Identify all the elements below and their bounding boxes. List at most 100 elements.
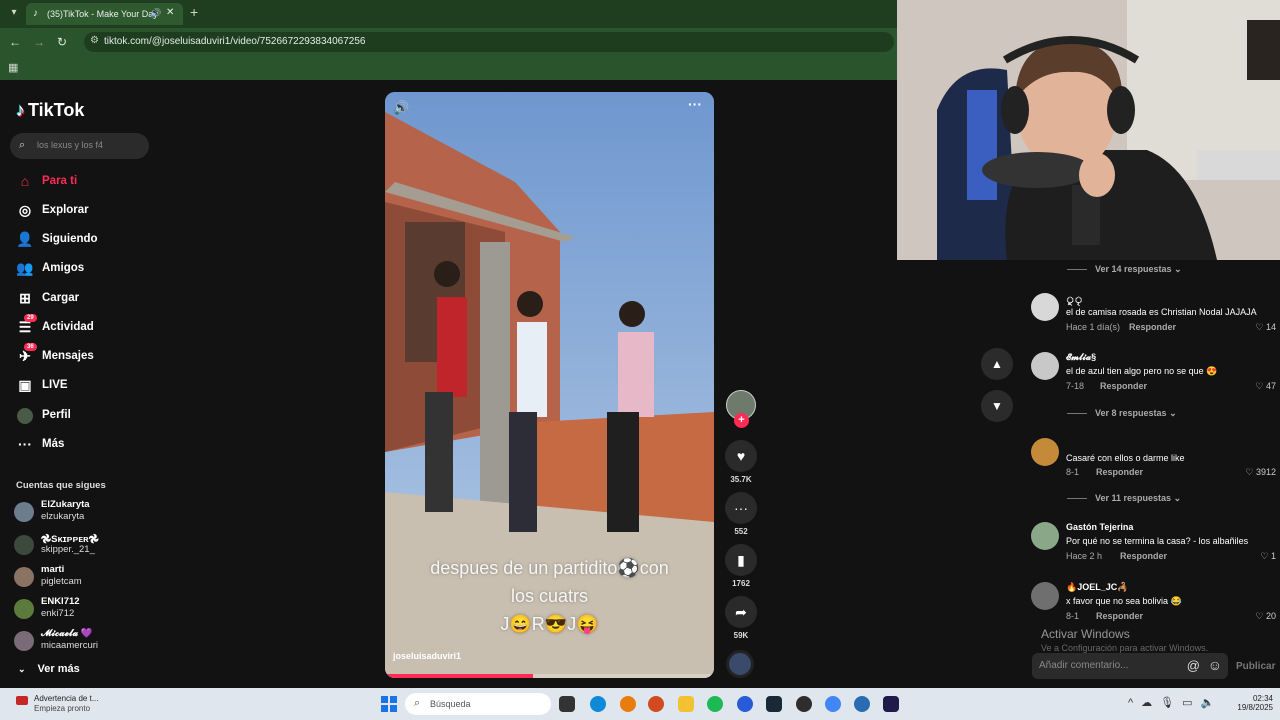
reply-button[interactable]: Responder bbox=[1096, 611, 1143, 621]
video-caption: despues de un partidito⚽con los cuatrs J… bbox=[430, 558, 669, 634]
spotify-icon[interactable] bbox=[707, 696, 723, 712]
following-account[interactable]: ElZukaryta elzukaryta bbox=[14, 498, 154, 526]
video-player[interactable]: 🔊 ··· despues de un partidito⚽con los cu… bbox=[385, 92, 714, 678]
sidebar-item-para-ti[interactable]: ⌂ Para ti bbox=[16, 173, 146, 195]
chevron-down-icon: ⌄ bbox=[1174, 264, 1182, 274]
see-more-button[interactable]: ⌄ Ver más bbox=[18, 663, 80, 675]
sidebar-item-explorar[interactable]: ◎ Explorar bbox=[16, 202, 146, 224]
view-replies-button[interactable]: Ver 8 respuestas ⌄ bbox=[1067, 408, 1177, 419]
music-disc-icon[interactable] bbox=[726, 650, 754, 678]
comment-item: Gastón Tejerina Por qué no se termina la… bbox=[1031, 522, 1276, 572]
avatar[interactable] bbox=[1031, 438, 1059, 466]
following-account[interactable]: 𖣘Sᴋɪᴘᴘᴇʀ𖣘 skipper._21_ bbox=[14, 531, 154, 559]
avatar[interactable] bbox=[1031, 293, 1059, 321]
comment-like-button[interactable]: ♡ 14 bbox=[1255, 322, 1276, 333]
sidebar-item-amigos[interactable]: 👥 Amigos bbox=[16, 260, 146, 282]
reply-button[interactable]: Responder bbox=[1100, 381, 1147, 391]
reload-icon[interactable]: ↻ bbox=[57, 35, 67, 49]
heart-outline-icon: ♡ bbox=[1255, 381, 1264, 391]
next-video-button[interactable]: ▼ bbox=[981, 390, 1013, 422]
more-options-icon[interactable]: ··· bbox=[688, 96, 702, 112]
brave-icon[interactable] bbox=[648, 696, 664, 712]
site-info-icon[interactable]: ⚙ bbox=[90, 35, 99, 46]
blender-icon[interactable] bbox=[620, 696, 636, 712]
previous-video-button[interactable]: ▲ bbox=[981, 348, 1013, 380]
chrome-icon[interactable] bbox=[825, 696, 841, 712]
video-progress-bar[interactable] bbox=[385, 674, 714, 678]
obs-icon[interactable] bbox=[796, 696, 812, 712]
following-account[interactable]: marti pigletcam bbox=[14, 563, 154, 591]
tab-audio-icon[interactable]: 🔊 bbox=[150, 8, 161, 19]
browser-tab[interactable]: ♪ (35)TikTok - Make Your Day 🔊 ✕ bbox=[26, 3, 183, 25]
view-replies-button[interactable]: Ver 11 respuestas ⌄ bbox=[1067, 493, 1181, 504]
system-tray[interactable]: ^☁🎙▭🔈 bbox=[1128, 696, 1222, 709]
volume-icon[interactable]: 🔊 bbox=[393, 100, 409, 116]
add-comment-placeholder: Añadir comentario... bbox=[1039, 660, 1129, 671]
publish-button[interactable]: Publicar bbox=[1236, 661, 1275, 672]
taskbar-clock[interactable]: 02:34 19/8/2025 bbox=[1225, 694, 1273, 712]
home-icon: ⌂ bbox=[20, 173, 30, 189]
sidebar-item-cargar[interactable]: ⊞ Cargar bbox=[16, 290, 146, 312]
mention-icon[interactable]: @ bbox=[1187, 658, 1200, 673]
task-view-icon[interactable] bbox=[559, 696, 575, 712]
following-account[interactable]: 𝓜𝓲𝓬𝓪𝓮𝓵𝓪 💜 micaamercuri bbox=[14, 627, 154, 655]
avatar[interactable] bbox=[1031, 352, 1059, 380]
follow-plus-icon[interactable]: + bbox=[734, 413, 749, 428]
share-button[interactable]: ➦ 59K bbox=[725, 596, 757, 640]
tiktok-logo[interactable]: ♪ TikTok bbox=[16, 100, 84, 121]
save-button[interactable]: ▮ 1762 bbox=[725, 544, 757, 588]
sidebar-item-mensajes[interactable]: ✈ 36 Mensajes bbox=[16, 343, 146, 370]
forward-icon[interactable]: → bbox=[33, 35, 45, 49]
comment-button[interactable]: ··· 552 bbox=[725, 492, 757, 536]
comment-item: ু◌ৃ el de camisa rosada es Christian Nod… bbox=[1031, 293, 1276, 343]
back-icon[interactable]: ← bbox=[9, 35, 21, 49]
sidebar-item-actividad[interactable]: ☰ 29 Actividad bbox=[16, 314, 146, 341]
video-author[interactable]: joseluisaduviri1 bbox=[393, 651, 461, 661]
chrome-active-icon[interactable] bbox=[854, 696, 870, 712]
sidebar-item-mas[interactable]: ··· Más bbox=[16, 436, 146, 458]
tab-title: (35)TikTok - Make Your Day bbox=[47, 9, 158, 19]
edge-icon[interactable] bbox=[590, 696, 606, 712]
sidebar-item-siguiendo[interactable]: 👤 Siguiendo bbox=[16, 231, 146, 253]
emoji-icon[interactable]: ☺ bbox=[1208, 657, 1222, 673]
sidebar-item-perfil[interactable]: Perfil bbox=[16, 407, 146, 429]
windows-activation-watermark: Activar Windows bbox=[1041, 627, 1130, 641]
tab-close-icon[interactable]: ✕ bbox=[166, 7, 174, 18]
taskbar-search-input[interactable]: ⌕ Búsqueda bbox=[405, 693, 551, 715]
comment-like-button[interactable]: ♡ 1 bbox=[1260, 551, 1276, 562]
comment-like-button[interactable]: ♡ 47 bbox=[1255, 381, 1276, 392]
file-explorer-icon[interactable] bbox=[678, 696, 694, 712]
avatar bbox=[14, 567, 34, 587]
comment-item: 🔥JOEL_JC🦂 x favor que no sea bolivia 😂 8… bbox=[1031, 582, 1276, 632]
comment-like-button[interactable]: ♡ 3912 bbox=[1245, 467, 1276, 478]
reply-button[interactable]: Responder bbox=[1096, 467, 1143, 477]
reply-button[interactable]: Responder bbox=[1129, 322, 1176, 332]
windows-start-icon[interactable] bbox=[381, 696, 397, 712]
view-replies-button[interactable]: Ver 14 respuestas ⌄ bbox=[1067, 264, 1182, 275]
comment-item: 𝓔𝓶𝓵𝓲𝓪§ el de azul tien algo pero no se q… bbox=[1031, 352, 1276, 402]
reply-button[interactable]: Responder bbox=[1120, 551, 1167, 561]
url-field[interactable]: ⚙ tiktok.com/@joseluisaduviri1/video/752… bbox=[84, 32, 894, 52]
tab-search-icon[interactable]: ▾ bbox=[6, 5, 22, 21]
comment-like-button[interactable]: ♡ 20 bbox=[1255, 611, 1276, 622]
network-icon: ▭ bbox=[1182, 697, 1201, 709]
apps-grid-icon[interactable]: ▦ bbox=[8, 61, 18, 74]
avatar[interactable] bbox=[1031, 522, 1059, 550]
compass-icon: ◎ bbox=[18, 202, 32, 218]
tiktok-note-icon: ♪ bbox=[16, 100, 25, 120]
avatar bbox=[14, 631, 34, 651]
live-icon: ▣ bbox=[18, 377, 32, 393]
search-input[interactable]: ⌕ los lexus y los f4 bbox=[10, 133, 149, 159]
avatar[interactable] bbox=[1031, 582, 1059, 610]
new-tab-icon[interactable]: + bbox=[190, 4, 198, 20]
app-icon[interactable] bbox=[737, 696, 753, 712]
heart-outline-icon: ♡ bbox=[1260, 551, 1269, 561]
like-button[interactable]: ♥ 35.7K bbox=[725, 440, 757, 484]
following-account[interactable]: ENKI712 enki712 bbox=[14, 595, 154, 623]
add-comment-input[interactable]: Añadir comentario... @ ☺ bbox=[1032, 653, 1228, 679]
steam-icon[interactable] bbox=[766, 696, 782, 712]
volume-icon: 🔈 bbox=[1200, 697, 1223, 709]
sidebar-item-live[interactable]: ▣ LIVE bbox=[16, 377, 146, 399]
upload-icon: ⊞ bbox=[19, 290, 31, 306]
after-effects-icon[interactable] bbox=[883, 696, 899, 712]
